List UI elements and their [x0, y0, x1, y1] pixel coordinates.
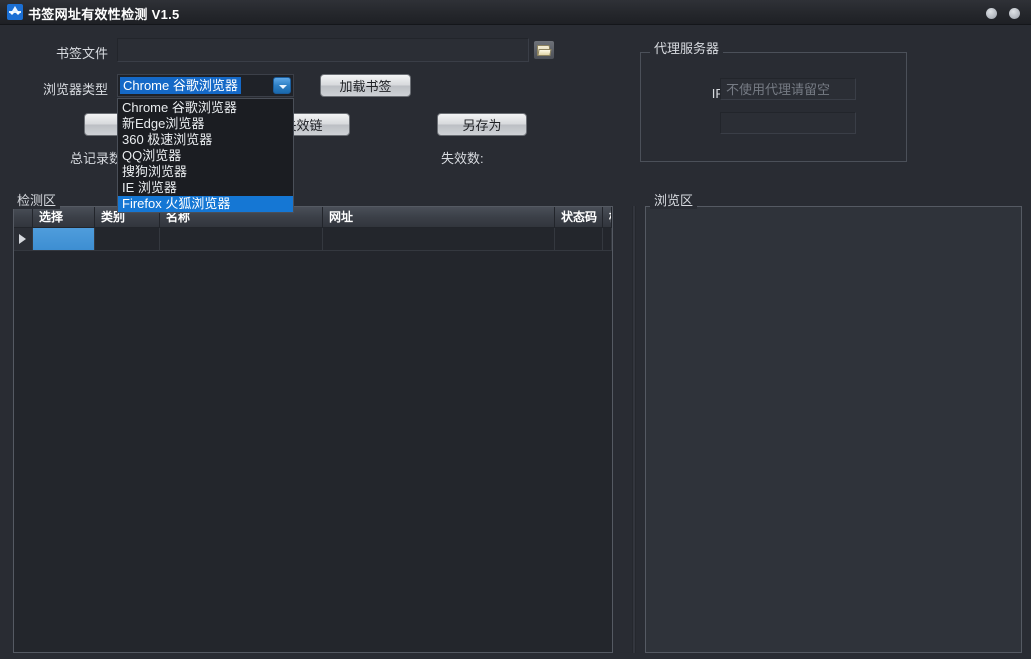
column-header-url[interactable]: 网址 — [323, 207, 555, 227]
load-bookmarks-button[interactable]: 加载书签 — [320, 74, 411, 97]
dropdown-option-2[interactable]: 360 极速浏览器 — [118, 132, 293, 148]
title-bar: 书签网址有效性检测 V1.5 — [0, 0, 1031, 25]
column-header-detect[interactable]: 检测 — [603, 207, 612, 227]
folder-icon — [537, 45, 552, 56]
panel-splitter[interactable] — [632, 206, 636, 653]
minimize-button[interactable] — [986, 8, 997, 19]
dropdown-option-4[interactable]: 搜狗浏览器 — [118, 164, 293, 180]
invalid-count-label: 失效数: — [441, 151, 484, 166]
bookmark-file-input[interactable] — [117, 38, 529, 62]
app-window: 书签网址有效性检测 V1.5 书签文件 浏览器类型 Chrome 谷歌浏览器 加… — [0, 0, 1031, 659]
table-row[interactable] — [14, 228, 612, 251]
browse-area-panel[interactable] — [645, 206, 1022, 653]
proxy-group — [640, 52, 907, 162]
detect-area-grid[interactable]: 选择 类别 名称 网址 状态码 检测 — [13, 206, 613, 653]
browser-type-combobox[interactable]: Chrome 谷歌浏览器 — [117, 74, 294, 97]
dropdown-option-5[interactable]: IE 浏览器 — [118, 180, 293, 196]
browse-file-button[interactable] — [533, 40, 555, 60]
save-as-button[interactable]: 另存为 — [437, 113, 527, 136]
column-header-select[interactable]: 选择 — [33, 207, 95, 227]
browser-type-dropdown-list[interactable]: Chrome 谷歌浏览器 新Edge浏览器 360 极速浏览器 QQ浏览器 搜狗浏览器 I… — [117, 98, 294, 213]
dropdown-option-1[interactable]: 新Edge浏览器 — [118, 116, 293, 132]
cell-url[interactable] — [323, 228, 555, 250]
grid-header-row: 选择 类别 名称 网址 状态码 检测 — [14, 207, 612, 228]
proxy-group-title: 代理服务器 — [650, 38, 724, 57]
dropdown-option-3[interactable]: QQ浏览器 — [118, 148, 293, 164]
cell-detect[interactable] — [603, 228, 612, 250]
proxy-port-input[interactable] — [720, 112, 856, 134]
browse-area-title: 浏览区 — [650, 190, 698, 209]
browser-type-selected-value: Chrome 谷歌浏览器 — [120, 77, 241, 94]
dropdown-option-6[interactable]: Firefox 火狐浏览器 — [118, 196, 293, 212]
bookmark-app-icon — [7, 4, 23, 20]
cell-status-code[interactable] — [555, 228, 603, 250]
cell-name[interactable] — [160, 228, 323, 250]
chevron-down-icon[interactable] — [273, 77, 291, 94]
current-row-indicator — [14, 228, 33, 250]
detect-area-title: 检测区 — [13, 190, 61, 209]
cell-category[interactable] — [95, 228, 160, 250]
cell-select[interactable] — [33, 228, 95, 250]
row-indicator-header — [14, 207, 33, 227]
browser-type-label: 浏览器类型 — [42, 82, 108, 97]
bookmark-file-label: 书签文件 — [55, 46, 108, 61]
window-title: 书签网址有效性检测 V1.5 — [28, 7, 180, 22]
dropdown-option-0[interactable]: Chrome 谷歌浏览器 — [118, 100, 293, 116]
close-button[interactable] — [1009, 8, 1020, 19]
proxy-ip-input[interactable] — [720, 78, 856, 100]
column-header-status-code[interactable]: 状态码 — [555, 207, 603, 227]
